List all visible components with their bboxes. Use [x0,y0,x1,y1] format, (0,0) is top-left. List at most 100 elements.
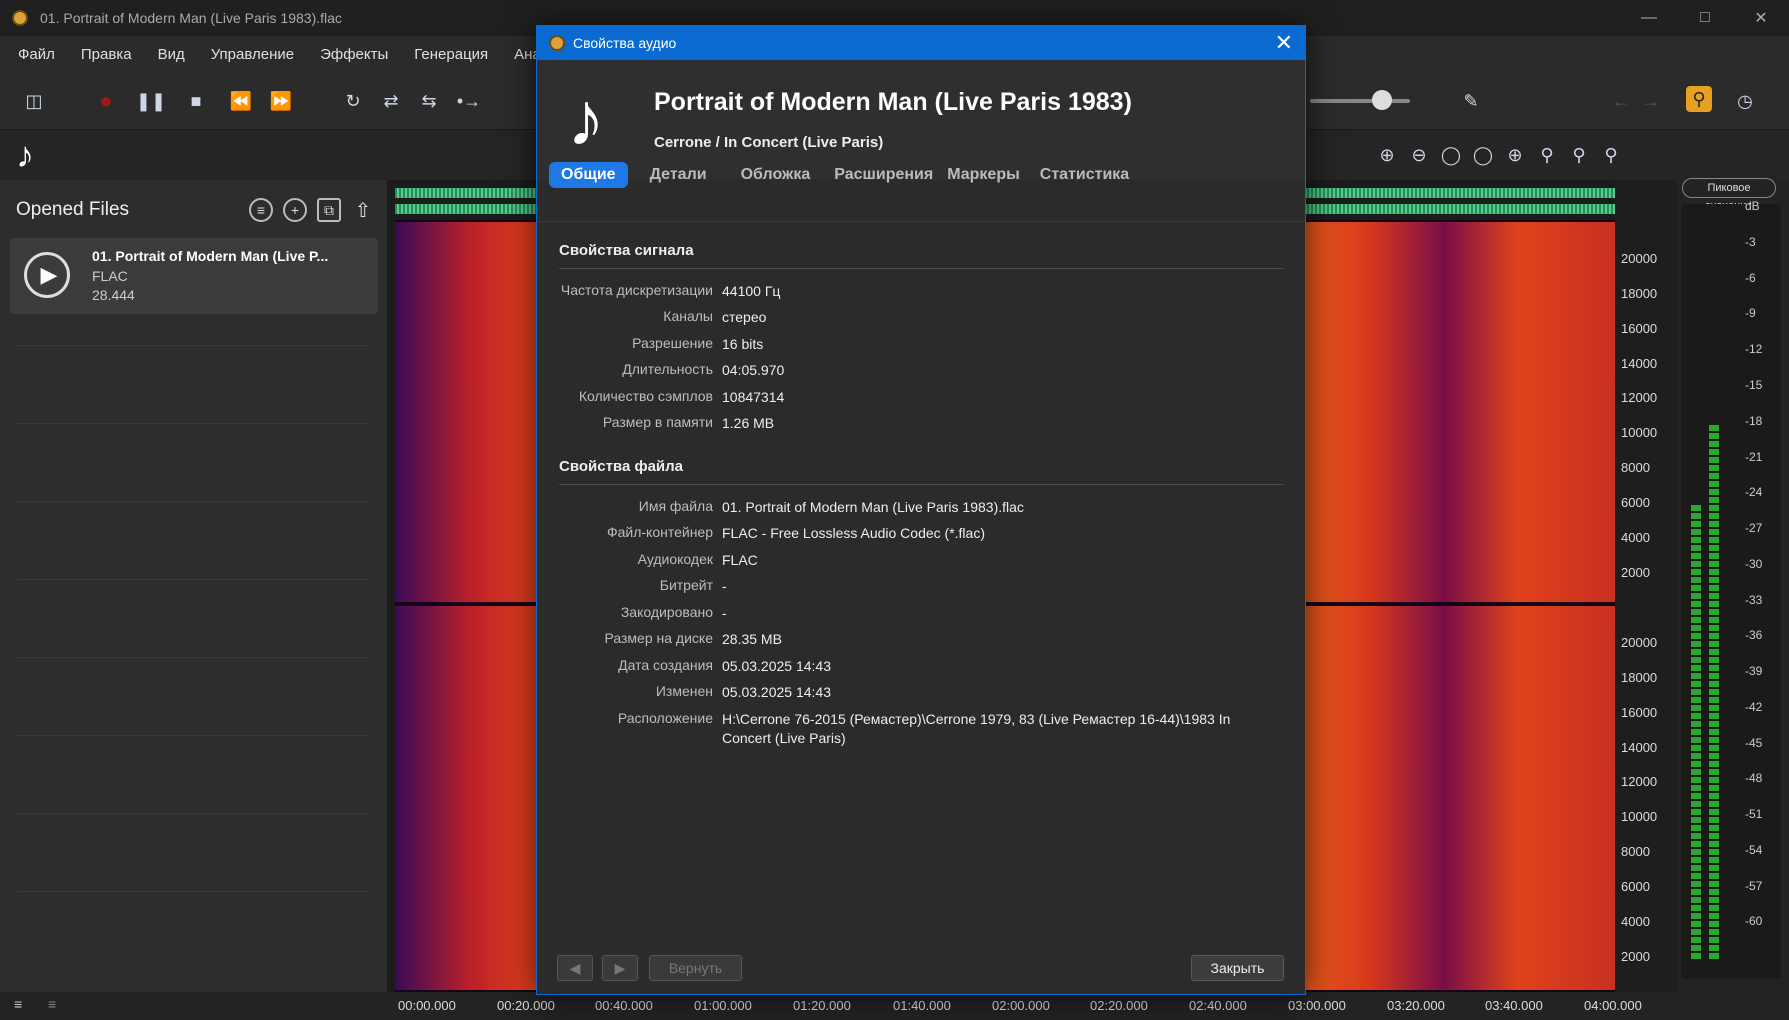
menu-file[interactable]: Файл [18,46,55,63]
app-logo-icon [12,10,28,26]
divider [18,813,368,814]
add-icon[interactable]: + [283,198,307,222]
zoom-vertical-icon[interactable]: ⊕ [1500,140,1530,170]
menu-edit[interactable]: Правка [81,46,132,63]
divider [559,268,1283,269]
maximize-icon[interactable]: □ [1677,0,1733,36]
zoom-out-icon[interactable]: ⊖ [1404,140,1434,170]
divider [18,423,368,424]
search-icon[interactable]: ⚲ [1686,86,1712,112]
db-label: -54 [1745,843,1763,857]
next-button[interactable]: ▶ [602,955,638,981]
freq-label: 6000 [1621,495,1650,510]
freq-label: 18000 [1621,670,1658,685]
rewind-icon[interactable]: ⏪ [226,86,256,116]
zoom-tool-icon[interactable]: ⚲ [1532,140,1562,170]
time-label: 01:20.000 [793,998,851,1013]
dialog-tabs: Общие Детали Обложка Расширения Маркеры … [549,160,1147,190]
follow-icon[interactable]: •→ [454,86,484,116]
export-icon[interactable]: ⇧ [351,198,375,222]
time-ruler[interactable]: 00:00.000 00:20.000 00:40.000 01:00.000 … [388,992,1789,1020]
volume-slider-thumb[interactable] [1372,90,1392,110]
meter-bar-right [1709,424,1719,959]
freq-label: 2000 [1621,565,1650,580]
opened-files-panel: Opened Files ≡ + ⧉ ⇧ ▶ 01. Portrait of M… [0,180,388,992]
record-icon[interactable]: ● [91,86,121,116]
volume-slider-track[interactable] [1310,99,1410,103]
sidebar-toggle-icon[interactable]: ◫ [19,86,49,116]
freq-label: 6000 [1621,879,1650,894]
frequency-axis: 20000 18000 16000 14000 12000 10000 8000… [1615,180,1677,992]
db-label: -18 [1745,414,1763,428]
time-label: 03:20.000 [1387,998,1445,1013]
db-label: -51 [1745,807,1763,821]
loop-icon[interactable]: ⇄ [376,86,406,116]
db-label: -57 [1745,879,1763,893]
time-label: 01:40.000 [893,998,951,1013]
db-label: -36 [1745,628,1763,642]
window-title: 01. Portrait of Modern Man (Live Paris 1… [40,10,342,26]
loop-selection-icon[interactable]: ⇆ [414,86,444,116]
list-view-icon[interactable]: ≡ [14,996,22,1012]
tab-statistics[interactable]: Статистика [1032,162,1137,188]
filter-icon[interactable]: ≡ [249,198,273,222]
tab-cover[interactable]: Обложка [729,162,823,188]
menu-generate[interactable]: Генерация [414,46,488,63]
db-label: -39 [1745,664,1763,678]
meter-title[interactable]: Пиковое значение [1682,178,1776,212]
freq-label: 8000 [1621,460,1650,475]
tab-markers[interactable]: Маркеры [945,162,1022,188]
time-label: 03:00.000 [1288,998,1346,1013]
divider [18,735,368,736]
play-icon[interactable]: ▶ [24,252,70,298]
menu-view[interactable]: Вид [158,46,185,63]
db-label: -6 [1745,271,1756,285]
signal-section-title: Свойства сигнала [559,242,694,259]
close-icon[interactable]: ✕ [1275,30,1293,56]
minimize-icon[interactable]: — [1621,0,1677,36]
undo-icon[interactable]: ← [1606,86,1636,116]
zoom-selection-icon[interactable]: ◯ [1468,140,1498,170]
app-logo-icon [549,35,565,51]
zoom-tool-2-icon[interactable]: ⚲ [1564,140,1594,170]
freq-label: 20000 [1621,635,1658,650]
panel-title: Opened Files [16,199,130,220]
divider [18,345,368,346]
tab-general[interactable]: Общие [549,162,628,188]
revert-button[interactable]: Вернуть [649,955,742,981]
zoom-fit-icon[interactable]: ◯ [1436,140,1466,170]
duplicate-icon[interactable]: ⧉ [317,198,341,222]
close-button[interactable]: Закрыть [1191,955,1284,981]
pause-icon[interactable]: ❚❚ [136,86,166,116]
tab-details[interactable]: Детали [638,162,719,188]
previous-button[interactable]: ◀ [557,955,593,981]
menu-effects[interactable]: Эффекты [320,46,388,63]
db-label: -12 [1745,342,1763,356]
status-bar: ≡ ≡ [0,992,388,1020]
freq-label: 2000 [1621,949,1650,964]
db-label: -3 [1745,235,1756,249]
file-format: FLAC [92,268,128,284]
freq-label: 16000 [1621,321,1658,336]
list-item[interactable]: ▶ 01. Portrait of Modern Man (Live P... … [10,238,378,314]
music-note-icon: ♪ [16,134,34,175]
speed-icon[interactable]: ↻ [338,86,368,116]
zoom-in-icon[interactable]: ⊕ [1372,140,1402,170]
menu-control[interactable]: Управление [211,46,294,63]
zoom-tool-3-icon[interactable]: ⚲ [1596,140,1626,170]
history-icon[interactable]: ◷ [1730,86,1760,116]
db-label: -33 [1745,593,1763,607]
compact-view-icon[interactable]: ≡ [48,996,56,1012]
close-icon[interactable]: ✕ [1733,0,1789,36]
peak-meter-panel: Пиковое значение dB -3 -6 -9 -12 -15 -18… [1677,178,1789,992]
stop-icon[interactable]: ■ [181,86,211,116]
time-label: 00:20.000 [497,998,555,1013]
mute-icon[interactable]: ✎ [1456,86,1486,116]
tab-extensions[interactable]: Расширения [832,162,935,188]
time-label: 04:00.000 [1584,998,1642,1013]
file-section-title: Свойства файла [559,458,684,475]
divider [18,891,368,892]
time-label: 03:40.000 [1485,998,1543,1013]
redo-icon[interactable]: → [1636,86,1666,116]
fast-forward-icon[interactable]: ⏩ [266,86,296,116]
